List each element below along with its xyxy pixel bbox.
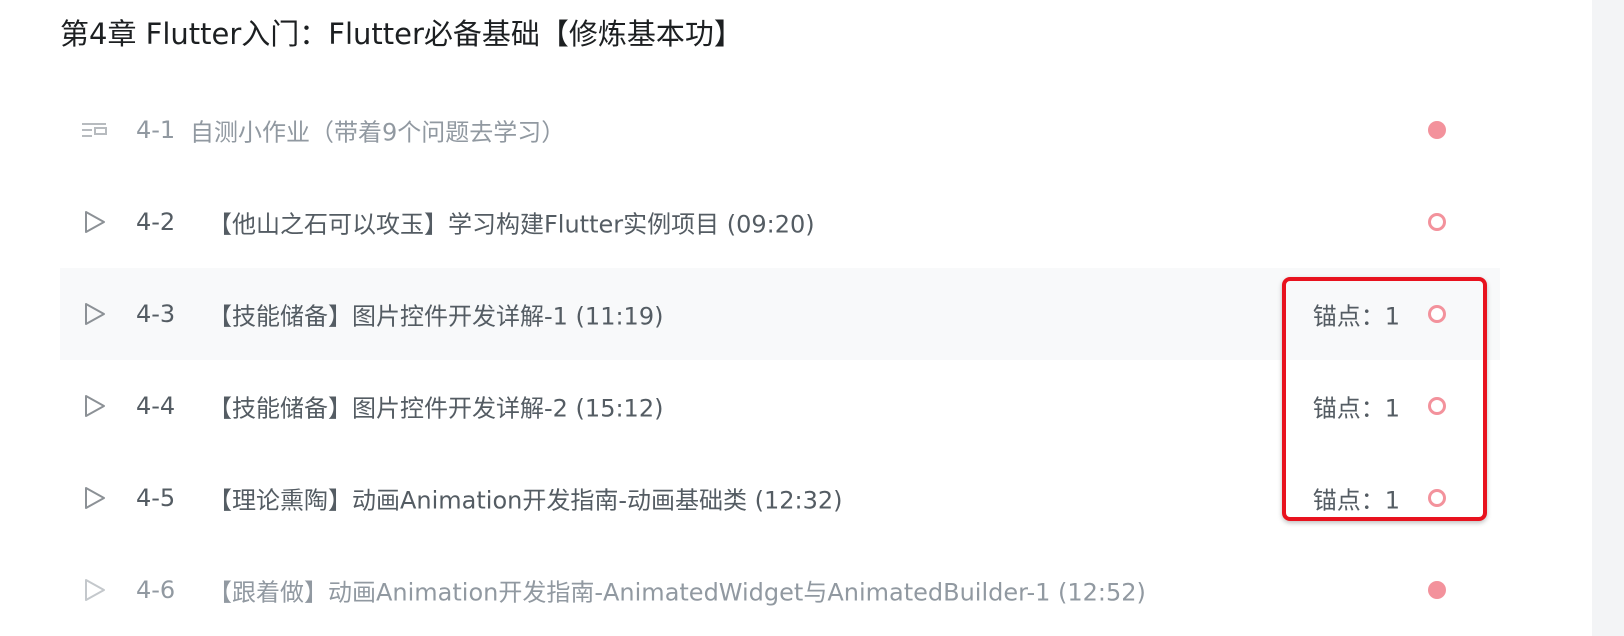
chapter-title: 第4章 Flutter入门：Flutter必备基础【修炼基本功】 [60,17,743,51]
lesson-title: 【理论熏陶】动画Animation开发指南-动画基础类 (12:32) [208,486,843,515]
play-icon [85,211,105,233]
lesson-row-4-1[interactable]: 4-1 自测小作业（带着9个问题去学习） [60,84,1500,176]
progress-ring-icon [1428,397,1446,415]
lesson-row-4-2[interactable]: 4-2 【他山之石可以攻玉】学习构建Flutter实例项目 (09:20) [60,176,1500,268]
lesson-row-4-6[interactable]: 4-6 【跟着做】动画Animation开发指南-AnimatedWidget与… [60,544,1500,636]
anchor-count: 锚点：1 [1312,486,1400,515]
list-icon [82,123,107,137]
lesson-row-4-4[interactable]: 4-4 【技能储备】图片控件开发详解-2 (15:12) 锚点：1 [60,360,1500,452]
progress-ring-icon [1428,213,1446,231]
lesson-number: 4-2 [136,208,176,236]
lesson-number: 4-6 [136,576,176,604]
lesson-list: 4-1 自测小作业（带着9个问题去学习） 4-2 【他山之石可以攻玉】学习构建F… [60,84,1500,636]
progress-dot-icon [1428,581,1446,599]
progress-ring-icon [1428,305,1446,323]
play-icon [85,579,105,601]
lesson-number: 4-3 [136,300,176,328]
anchor-count: 锚点：1 [1312,302,1400,331]
lesson-row-4-3[interactable]: 4-3 【技能储备】图片控件开发详解-1 (11:19) 锚点：1 [60,268,1500,360]
scrollbar-track[interactable] [1592,0,1624,636]
lesson-number: 4-5 [136,484,176,512]
progress-dot-icon [1428,121,1446,139]
lesson-title: 【他山之石可以攻玉】学习构建Flutter实例项目 (09:20) [208,210,815,239]
anchor-count: 锚点：1 [1312,394,1400,423]
lesson-title: 【跟着做】动画Animation开发指南-AnimatedWidget与Anim… [208,578,1146,607]
lesson-number: 4-1 [136,116,176,144]
play-icon [85,487,105,509]
lesson-row-4-5[interactable]: 4-5 【理论熏陶】动画Animation开发指南-动画基础类 (12:32) … [60,452,1500,544]
lesson-number: 4-4 [136,392,176,420]
lesson-title: 【技能储备】图片控件开发详解-2 (15:12) [208,394,664,423]
progress-ring-icon [1428,489,1446,507]
play-icon [85,303,105,325]
course-chapter-page: 第4章 Flutter入门：Flutter必备基础【修炼基本功】 4-1 自测小… [0,0,1624,636]
play-icon [85,395,105,417]
lesson-title: 自测小作业（带着9个问题去学习） [190,118,566,147]
lesson-title: 【技能储备】图片控件开发详解-1 (11:19) [208,302,664,331]
